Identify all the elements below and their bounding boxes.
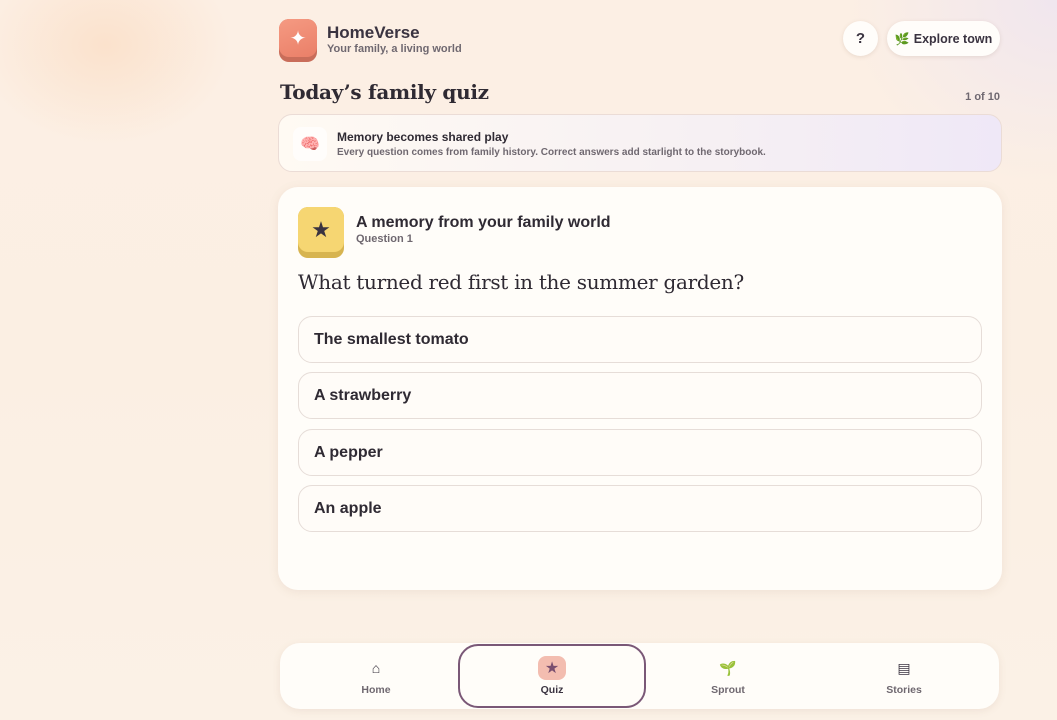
info-banner: 🧠 Memory becomes shared play Every quest… [278,114,1002,172]
nav-item-quiz[interactable]: ★ Quiz [458,644,646,708]
answer-option[interactable]: A pepper [298,429,982,476]
nav-label: Quiz [540,684,564,696]
nav-label: Stories [886,684,922,696]
question-number: Question 1 [356,233,413,245]
nav-label: Sprout [711,684,745,696]
nav-label: Home [361,684,391,696]
leaf-icon: 🌿 [894,31,910,46]
explore-town-label: Explore town [913,31,993,46]
question-text: What turned red first in the summer gard… [298,270,744,294]
card-title: A memory from your family world [356,214,611,231]
help-button[interactable]: ? [843,21,878,56]
book-icon: ▤ [897,659,911,676]
sparkle-icon: ✦ [279,19,317,57]
answer-option[interactable]: The smallest tomato [298,316,982,363]
page-title: Today’s family quiz [280,80,489,104]
sprout-icon: 🌱 [719,659,737,676]
brand-name: HomeVerse [327,23,420,42]
star-icon: ★ [538,656,566,680]
banner-title: Memory becomes shared play [337,130,509,144]
nav-item-home[interactable]: ⌂ Home [286,643,466,709]
brain-icon: 🧠 [293,127,327,161]
help-label: ? [855,30,866,47]
quiz-card: ★ A memory from your family world Questi… [278,187,1002,590]
explore-town-button[interactable]: 🌿 Explore town [887,21,1000,56]
answer-option[interactable]: An apple [298,485,982,532]
banner-subtitle: Every question comes from family history… [337,147,766,158]
app-header: ✦ HomeVerse Your family, a living world … [279,19,1001,63]
home-icon: ⌂ [371,660,381,676]
quiz-progress: 1 of 10 [965,91,1000,103]
answer-option[interactable]: A strawberry [298,372,982,419]
nav-item-stories[interactable]: ▤ Stories [814,643,994,709]
app-logo: ✦ [279,19,317,62]
bottom-nav: ⌂ Home ★ Quiz 🌱 Sprout ▤ Stories [280,643,999,709]
star-icon: ★ [298,207,344,252]
question-badge: ★ [298,207,344,258]
brand-tagline: Your family, a living world [327,43,462,55]
nav-item-sprout[interactable]: 🌱 Sprout [638,643,818,709]
